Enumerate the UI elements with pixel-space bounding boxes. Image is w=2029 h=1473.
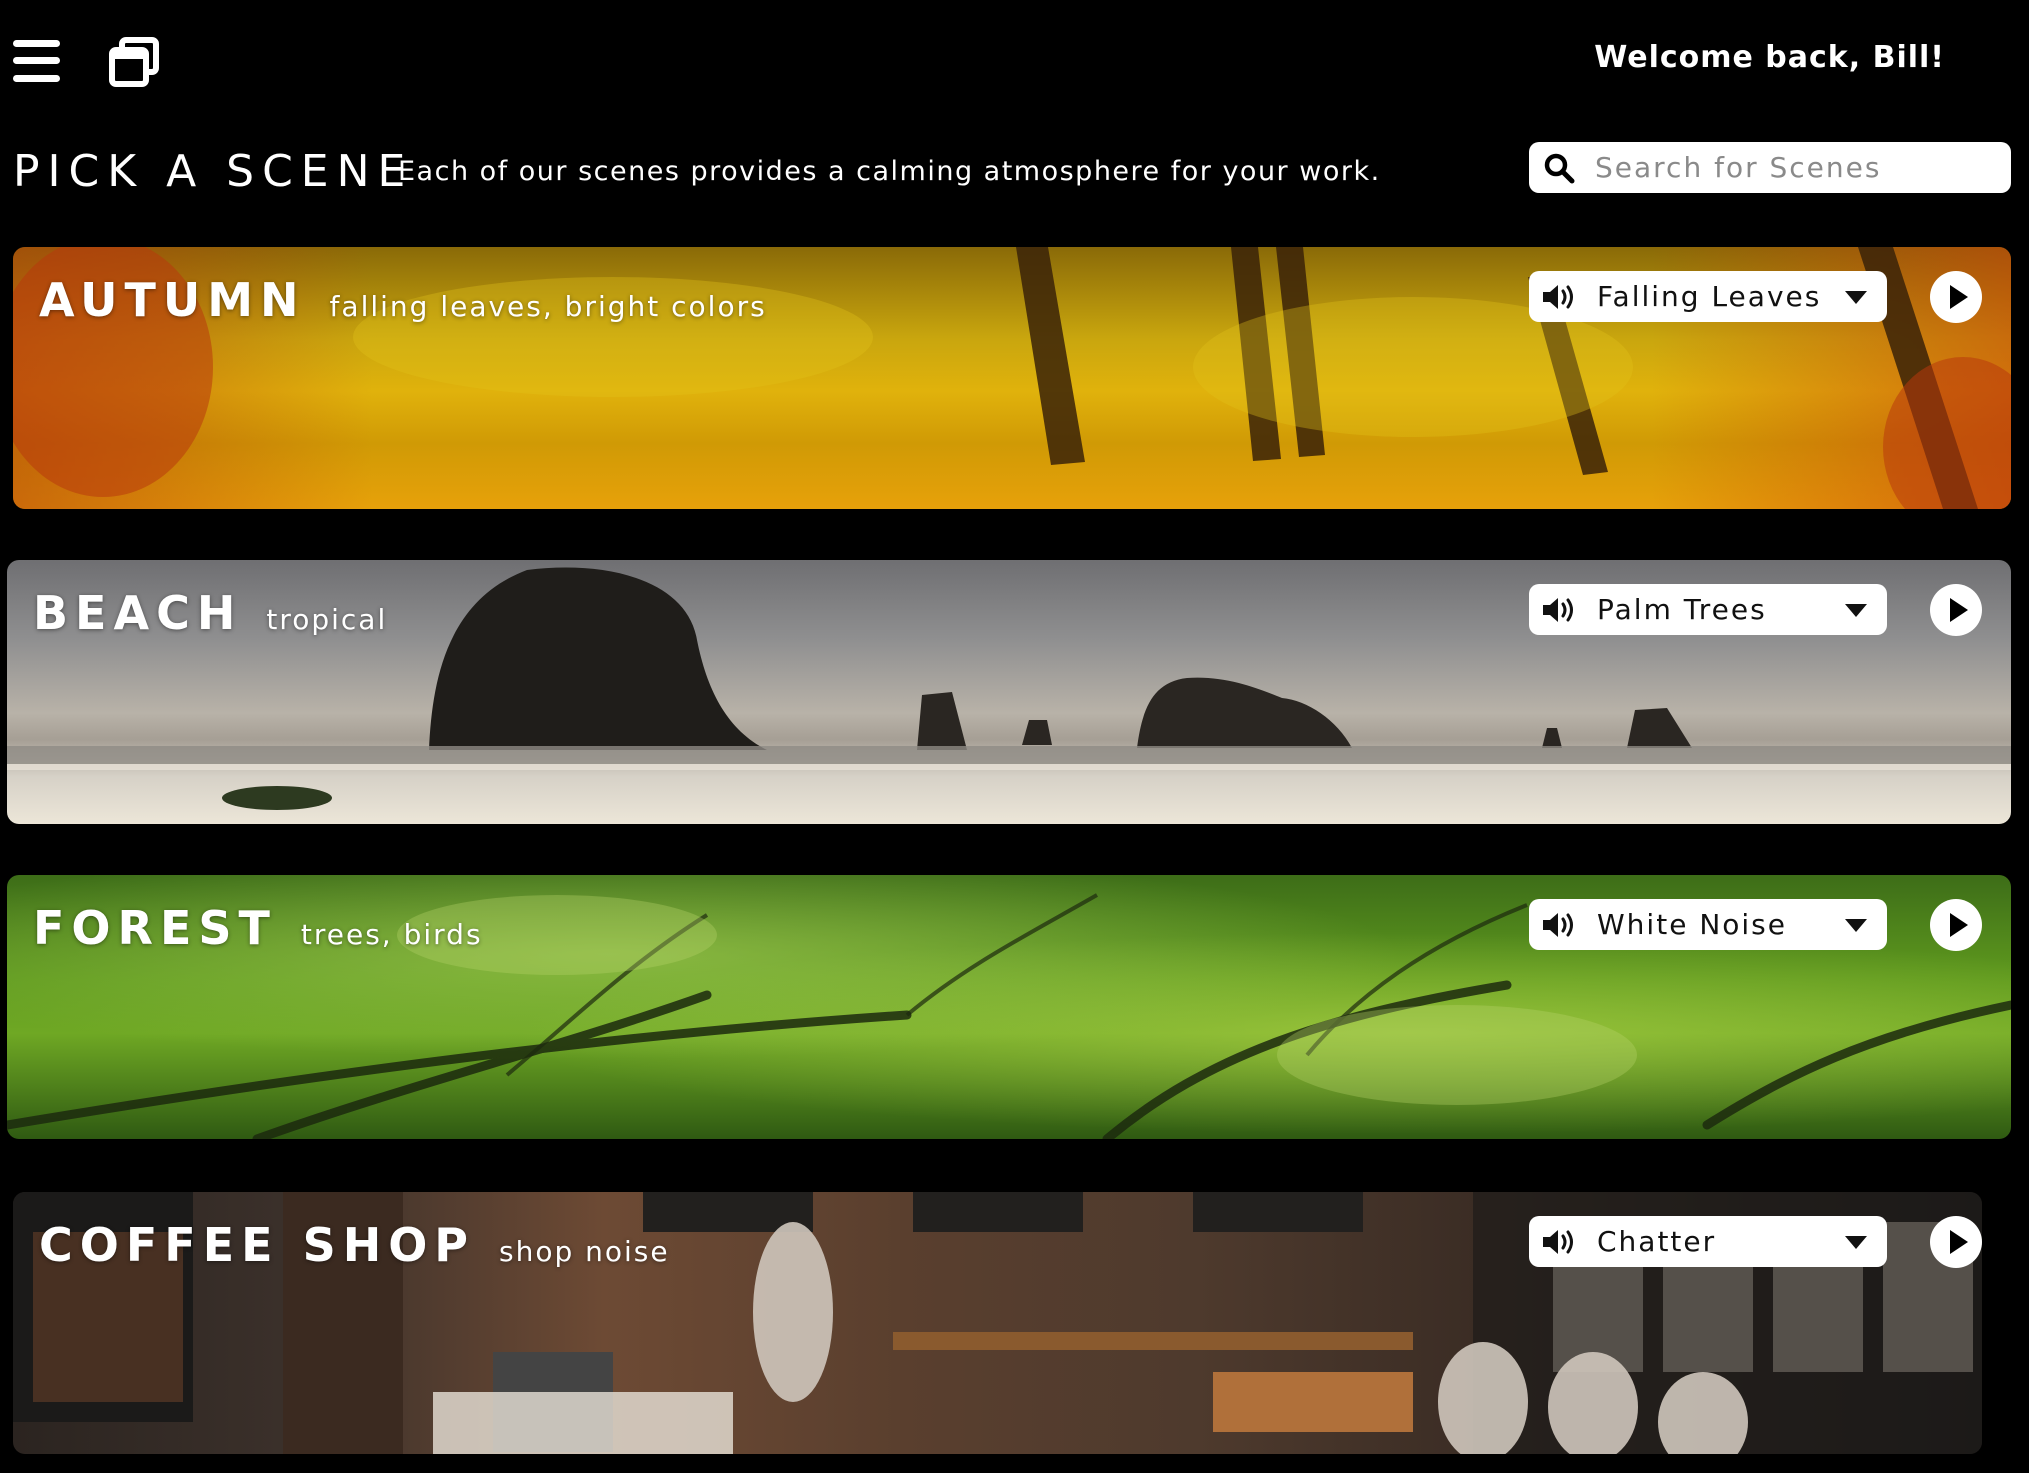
play-icon xyxy=(1950,285,1968,309)
play-button-autumn[interactable] xyxy=(1930,271,1982,323)
scene-title-autumn: AUTUMN falling leaves, bright colors xyxy=(39,273,767,334)
sound-select-forest[interactable]: White Noise xyxy=(1529,899,1887,950)
scene-card-beach[interactable]: BEACH tropical Palm Trees xyxy=(7,560,2011,824)
scene-card-autumn[interactable]: AUTUMN falling leaves, bright colors Fall… xyxy=(13,247,2011,509)
hamburger-line xyxy=(13,57,60,64)
sound-select-label: Chatter xyxy=(1597,1225,1717,1258)
play-button-coffee-shop[interactable] xyxy=(1930,1216,1982,1268)
search-icon xyxy=(1544,153,1575,184)
scene-title-coffee-shop: COFFEE SHOP shop noise xyxy=(39,1218,670,1279)
scene-card-forest[interactable]: FOREST trees, birds White Noise xyxy=(7,875,2011,1139)
play-button-beach[interactable] xyxy=(1930,584,1982,636)
hamburger-menu-icon[interactable] xyxy=(13,40,60,82)
sound-select-coffee-shop[interactable]: Chatter xyxy=(1529,1216,1887,1267)
scene-title-beach: BEACH tropical xyxy=(33,586,387,647)
play-button-forest[interactable] xyxy=(1930,899,1982,951)
scene-name: AUTUMN xyxy=(39,273,306,327)
scene-name: FOREST xyxy=(33,901,277,955)
play-icon xyxy=(1950,598,1968,622)
speaker-icon xyxy=(1543,1230,1573,1254)
page-subtitle: Each of our scenes provides a calming at… xyxy=(398,156,1381,187)
welcome-message: Welcome back, Bill! xyxy=(1594,40,1945,75)
sound-select-label: White Noise xyxy=(1597,908,1787,941)
page-title: PICK A SCENE xyxy=(13,146,414,197)
speaker-icon xyxy=(1543,913,1573,937)
search-box[interactable] xyxy=(1529,142,2011,193)
hamburger-line xyxy=(13,75,60,82)
chevron-down-icon xyxy=(1845,291,1867,304)
hamburger-line xyxy=(13,40,60,47)
scene-description: falling leaves, bright colors xyxy=(329,290,767,323)
sound-select-label: Falling Leaves xyxy=(1597,280,1822,313)
scene-title-forest: FOREST trees, birds xyxy=(33,901,483,962)
search-input[interactable] xyxy=(1595,142,1995,193)
sound-select-beach[interactable]: Palm Trees xyxy=(1529,584,1887,635)
scene-name: BEACH xyxy=(33,586,243,640)
speaker-icon xyxy=(1543,285,1573,309)
sound-select-autumn[interactable]: Falling Leaves xyxy=(1529,271,1887,322)
chevron-down-icon xyxy=(1845,604,1867,617)
scene-description: tropical xyxy=(266,603,388,636)
play-icon xyxy=(1950,913,1968,937)
chevron-down-icon xyxy=(1845,919,1867,932)
chevron-down-icon xyxy=(1845,1236,1867,1249)
speaker-icon xyxy=(1543,598,1573,622)
windows-icon[interactable] xyxy=(108,36,160,88)
play-icon xyxy=(1950,1230,1968,1254)
scene-description: shop noise xyxy=(499,1235,670,1268)
sound-select-label: Palm Trees xyxy=(1597,593,1767,626)
scene-description: trees, birds xyxy=(300,918,483,951)
scene-card-coffee-shop[interactable]: COFFEE SHOP shop noise Chatter xyxy=(13,1192,1982,1454)
scene-name: COFFEE SHOP xyxy=(39,1218,476,1272)
